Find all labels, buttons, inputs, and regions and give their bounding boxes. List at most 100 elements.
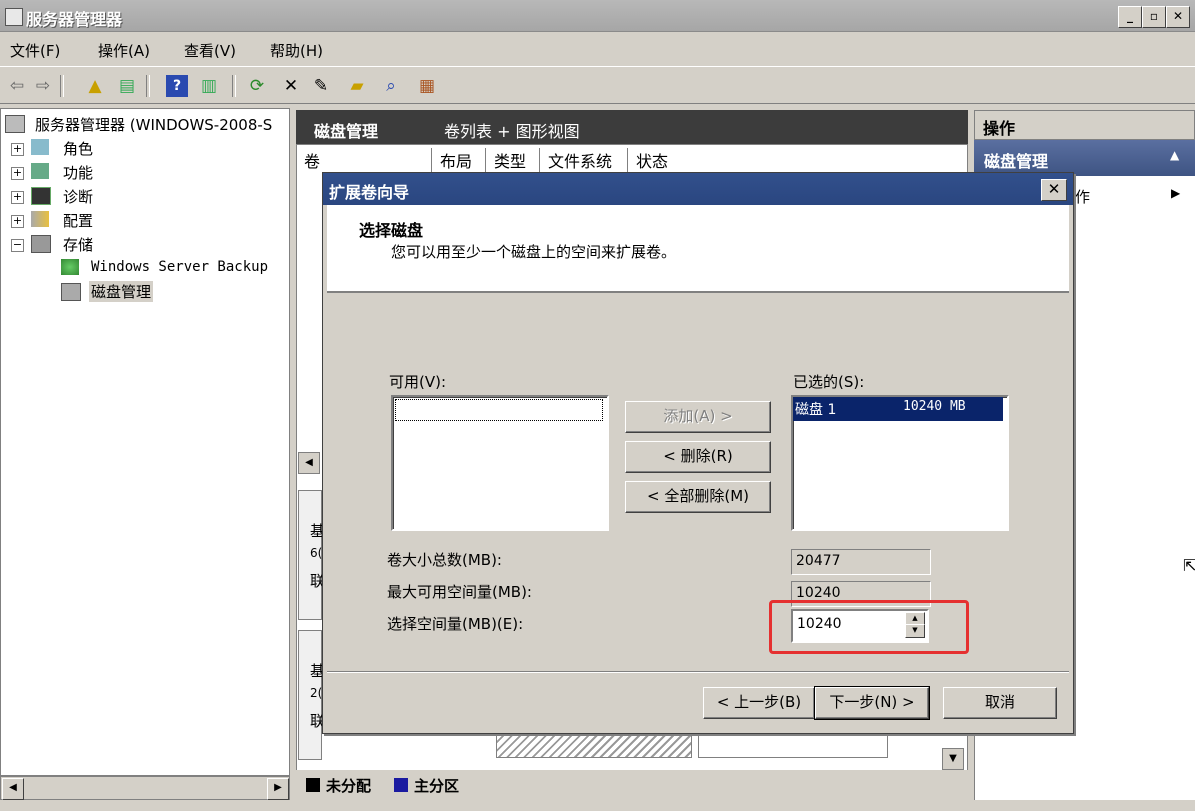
search-icon[interactable]: ⌕ xyxy=(380,75,402,97)
dialog-header-panel: 选择磁盘 您可以用至少一个磁盘上的空间来扩展卷。 xyxy=(327,205,1069,293)
primary-partition[interactable] xyxy=(698,734,888,758)
remove-button[interactable]: < 删除(R) xyxy=(625,441,771,473)
list-scroll-down-icon[interactable]: ▼ xyxy=(942,748,964,770)
expand-toggle[interactable]: + xyxy=(11,167,24,180)
back-button[interactable]: < 上一步(B) xyxy=(703,687,815,719)
menu-action[interactable]: 操作(A) xyxy=(98,40,150,61)
roles-icon xyxy=(31,139,49,155)
remove-all-button[interactable]: < 全部删除(M) xyxy=(625,481,771,513)
menu-help[interactable]: 帮助(H) xyxy=(270,40,323,61)
column-header-filesystem[interactable]: 文件系统 xyxy=(542,148,628,172)
tree-item-disk-management[interactable]: 磁盘管理 xyxy=(89,281,154,302)
selected-disk-size: 10240 MB xyxy=(903,399,966,414)
open-folder-icon[interactable]: ▰ xyxy=(346,75,368,97)
tree-item-storage[interactable]: 存储 xyxy=(63,234,93,255)
storage-icon xyxy=(31,235,51,253)
total-size-label: 卷大小总数(MB): xyxy=(387,551,502,569)
disk-management-icon xyxy=(61,283,81,301)
wizard-step-description: 您可以用至少一个磁盘上的空间来扩展卷。 xyxy=(391,243,677,261)
window-title: 服务器管理器 xyxy=(26,10,123,29)
tree-item-diagnostics[interactable]: 诊断 xyxy=(63,186,93,207)
list-focus-rect xyxy=(395,399,603,421)
scroll-right-icon[interactable]: ▶ xyxy=(267,778,289,800)
tree-item-features[interactable]: 功能 xyxy=(63,162,93,183)
navigation-tree: 服务器管理器 (WINDOWS-2008-S + 角色 + 功能 + 诊断 + … xyxy=(0,108,290,776)
next-button[interactable]: 下一步(N) > xyxy=(814,686,930,720)
scroll-left-icon[interactable]: ◀ xyxy=(2,778,24,800)
extend-volume-wizard-dialog: 扩展卷向导 ✕ 选择磁盘 您可以用至少一个磁盘上的空间来扩展卷。 可用(V): … xyxy=(322,172,1074,734)
diagnostics-icon xyxy=(31,187,51,205)
collapse-toggle[interactable]: − xyxy=(11,239,24,252)
more-actions-item[interactable]: 作 xyxy=(1075,186,1090,207)
available-label: 可用(V): xyxy=(389,373,447,391)
dialog-title-bar: 扩展卷向导 ✕ xyxy=(323,173,1073,205)
column-header-volume[interactable]: 卷 xyxy=(298,148,432,172)
expand-toggle[interactable]: + xyxy=(11,143,24,156)
actions-header: 操作 xyxy=(974,110,1195,140)
disk-size-fragment: 2( xyxy=(310,686,323,700)
list-scroll-left-icon[interactable]: ◀ xyxy=(298,452,320,474)
add-button[interactable]: 添加(A) > xyxy=(625,401,771,433)
primary-swatch xyxy=(394,778,408,792)
properties-icon[interactable]: ✎ xyxy=(310,75,332,97)
column-header-status[interactable]: 状态 xyxy=(630,148,690,172)
disk-settings-icon[interactable]: ▦ xyxy=(416,75,438,97)
forward-arrow-icon[interactable]: ⇨ xyxy=(32,75,54,97)
close-button[interactable]: ✕ xyxy=(1166,6,1190,28)
submenu-arrow-icon: ▶ xyxy=(1171,186,1181,200)
collapse-up-icon[interactable]: ▲ xyxy=(1170,148,1179,162)
selected-disk-name: 磁盘 1 xyxy=(795,402,837,418)
expand-toggle[interactable]: + xyxy=(11,191,24,204)
selected-label: 已选的(S): xyxy=(793,373,865,391)
server-manager-icon xyxy=(5,8,23,26)
list-item[interactable]: 磁盘 1 10240 MB xyxy=(793,397,1003,421)
tree-item-roles[interactable]: 角色 xyxy=(63,138,93,159)
mouse-cursor-icon: ⇱ xyxy=(1183,556,1195,575)
tree-root[interactable]: 服务器管理器 (WINDOWS-2008-S xyxy=(35,114,272,135)
disk-size-fragment: 6( xyxy=(310,546,323,560)
selected-disks-list[interactable]: 磁盘 1 10240 MB xyxy=(791,395,1009,531)
pane-title: 磁盘管理 xyxy=(314,122,379,141)
expand-toggle[interactable]: + xyxy=(11,215,24,228)
show-hide-action-pane-icon[interactable]: ▥ xyxy=(198,75,220,97)
up-folder-icon[interactable]: ▲ xyxy=(84,75,106,97)
menu-view[interactable]: 查看(V) xyxy=(184,40,236,61)
legend-unallocated: 未分配 xyxy=(326,777,372,795)
select-space-label: 选择空间量(MB)(E): xyxy=(387,615,524,633)
back-arrow-icon[interactable]: ⇦ xyxy=(6,75,28,97)
actions-title: 操作 xyxy=(983,119,1016,138)
legend-bar: 未分配 主分区 xyxy=(296,770,968,800)
column-header-type[interactable]: 类型 xyxy=(488,148,540,172)
legend-primary: 主分区 xyxy=(414,777,460,795)
menu-file[interactable]: 文件(F) xyxy=(10,40,60,61)
windows-server-backup-icon xyxy=(61,259,79,275)
actions-section-disk-management[interactable]: 磁盘管理 ▲ xyxy=(974,140,1195,176)
unallocated-partition[interactable] xyxy=(496,734,692,758)
dialog-title: 扩展卷向导 xyxy=(329,183,410,202)
maximize-button[interactable]: ▫ xyxy=(1142,6,1166,28)
tree-item-configuration[interactable]: 配置 xyxy=(63,210,93,231)
server-manager-icon xyxy=(5,115,25,133)
tree-horizontal-scrollbar[interactable]: ◀ ▶ xyxy=(0,776,290,800)
cancel-button[interactable]: 取消 xyxy=(943,687,1057,719)
window-title-bar: 服务器管理器 _ ▫ ✕ xyxy=(0,0,1195,32)
configuration-icon xyxy=(31,211,49,227)
refresh-icon[interactable]: ⟳ xyxy=(246,75,268,97)
unallocated-swatch xyxy=(306,778,320,792)
minimize-button[interactable]: _ xyxy=(1118,6,1142,28)
dialog-separator xyxy=(327,671,1069,673)
highlight-annotation xyxy=(769,600,969,654)
disk-management-header: 磁盘管理 卷列表 + 图形视图 xyxy=(296,110,968,144)
tree-item-windows-server-backup[interactable]: Windows Server Backup xyxy=(91,259,268,275)
column-header-layout[interactable]: 布局 xyxy=(434,148,486,172)
view-mode-label: 卷列表 + 图形视图 xyxy=(444,122,580,141)
available-disks-list[interactable] xyxy=(391,395,609,531)
max-space-label: 最大可用空间量(MB): xyxy=(387,583,532,601)
show-hide-tree-icon[interactable]: ▤ xyxy=(116,75,138,97)
dialog-close-icon[interactable]: ✕ xyxy=(1041,179,1067,201)
delete-icon[interactable]: ✕ xyxy=(280,75,302,97)
actions-section-title: 磁盘管理 xyxy=(984,152,1049,171)
wizard-step-title: 选择磁盘 xyxy=(359,221,424,240)
help-icon[interactable]: ? xyxy=(166,75,188,97)
total-size-value: 20477 xyxy=(791,549,931,575)
